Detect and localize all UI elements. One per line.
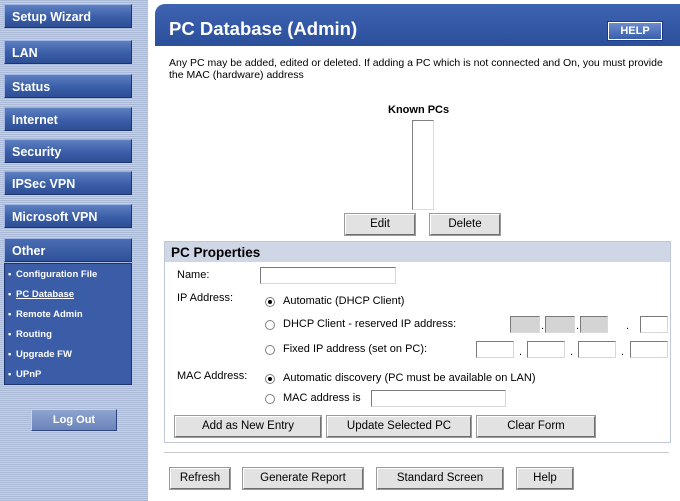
main-content: PC Database (Admin) HELP Any PC may be a…: [155, 4, 680, 501]
bullet-icon: •: [8, 349, 12, 360]
sidebar-item-upgrade-fw[interactable]: • Upgrade FW: [8, 347, 128, 363]
nav-other[interactable]: Other: [4, 238, 132, 262]
divider: [164, 452, 669, 453]
reserved-ip-octet-2: [545, 316, 575, 333]
pc-properties-title: PC Properties: [171, 245, 261, 260]
known-pcs-label: Known PCs: [388, 104, 450, 116]
standard-screen-button[interactable]: Standard Screen: [376, 467, 504, 490]
mac-manual-label: MAC address is: [283, 392, 361, 404]
reserved-ip-octet-4[interactable]: [640, 316, 668, 333]
nav-internet[interactable]: Internet: [4, 107, 132, 131]
bullet-icon: •: [8, 269, 12, 280]
fixed-ip-octet-1[interactable]: [476, 341, 514, 358]
ip-auto-label: Automatic (DHCP Client): [283, 295, 405, 307]
sidebar-item-upnp[interactable]: • UPnP: [8, 367, 128, 383]
fixed-ip-octet-2[interactable]: [527, 341, 565, 358]
sidebar-item-label: PC Database: [16, 289, 75, 300]
ip-address-label: IP Address:: [177, 292, 234, 304]
ip-dot: .: [576, 320, 580, 332]
bullet-icon: •: [8, 369, 12, 380]
mac-auto-label: Automatic discovery (PC must be availabl…: [283, 372, 536, 384]
bullet-icon: •: [8, 329, 12, 340]
delete-button[interactable]: Delete: [429, 213, 501, 236]
sidebar-item-label: Configuration File: [16, 269, 98, 280]
sidebar-item-configuration-file[interactable]: • Configuration File: [8, 267, 128, 283]
update-selected-pc-button[interactable]: Update Selected PC: [326, 415, 472, 438]
reserved-ip-octet-3: [580, 316, 608, 333]
logout-button[interactable]: Log Out: [31, 409, 117, 431]
sidebar-item-label: Routing: [16, 329, 52, 340]
add-new-entry-button[interactable]: Add as New Entry: [174, 415, 322, 438]
sidebar-item-routing[interactable]: • Routing: [8, 327, 128, 343]
mac-address-field[interactable]: [371, 390, 506, 407]
help-button-top[interactable]: HELP: [607, 21, 663, 41]
fixed-ip-octet-4[interactable]: [630, 341, 668, 358]
nav-setup-wizard[interactable]: Setup Wizard: [4, 4, 132, 28]
ip-fixed-label: Fixed IP address (set on PC):: [283, 343, 428, 355]
ip-dot: .: [570, 346, 574, 358]
name-label: Name:: [177, 269, 210, 281]
generate-report-button[interactable]: Generate Report: [242, 467, 364, 490]
ip-fixed-radio[interactable]: [265, 345, 275, 355]
sidebar-item-remote-admin[interactable]: • Remote Admin: [8, 307, 128, 323]
bullet-icon: •: [8, 309, 12, 320]
ip-auto-radio[interactable]: [265, 297, 275, 307]
refresh-button[interactable]: Refresh: [169, 467, 231, 490]
sidebar-item-label: Remote Admin: [16, 309, 83, 320]
ip-reserved-label: DHCP Client - reserved IP address:: [283, 318, 457, 330]
mac-address-label: MAC Address:: [177, 370, 248, 382]
ip-dot: .: [626, 320, 630, 332]
pc-properties-header: PC Properties: [165, 242, 670, 262]
sidebar-item-label: Upgrade FW: [16, 349, 72, 360]
title-bar: PC Database (Admin) HELP: [155, 4, 680, 46]
edit-button[interactable]: Edit: [344, 213, 416, 236]
other-submenu: • Configuration File • PC Database • Remote…: [4, 263, 132, 385]
clear-form-button[interactable]: Clear Form: [476, 415, 596, 438]
sidebar: Setup Wizard LAN Status Internet Securit…: [0, 0, 148, 501]
sidebar-item-label: UPnP: [16, 369, 42, 380]
ip-dot: .: [621, 346, 625, 358]
pc-properties-panel: PC Properties Name: IP Address: Automati…: [164, 241, 671, 443]
help-button[interactable]: Help: [516, 467, 574, 490]
reserved-ip-octet-1: [510, 316, 540, 333]
ip-dot: .: [519, 346, 523, 358]
mac-manual-radio[interactable]: [265, 394, 275, 404]
nav-ipsec-vpn[interactable]: IPSec VPN: [4, 171, 132, 195]
bullet-icon: •: [8, 289, 12, 300]
nav-microsoft-vpn[interactable]: Microsoft VPN: [4, 204, 132, 228]
name-field[interactable]: [260, 267, 396, 284]
page-title: PC Database (Admin): [169, 18, 358, 39]
fixed-ip-octet-3[interactable]: [578, 341, 616, 358]
known-pcs-list[interactable]: [412, 120, 434, 210]
sidebar-item-pc-database[interactable]: • PC Database: [8, 287, 128, 303]
ip-reserved-radio[interactable]: [265, 320, 275, 330]
nav-security[interactable]: Security: [4, 139, 132, 163]
mac-auto-radio[interactable]: [265, 374, 275, 384]
nav-lan[interactable]: LAN: [4, 40, 132, 64]
nav-status[interactable]: Status: [4, 74, 132, 98]
intro-text: Any PC may be added, edited or deleted. …: [169, 57, 663, 81]
ip-dot: .: [541, 320, 545, 332]
